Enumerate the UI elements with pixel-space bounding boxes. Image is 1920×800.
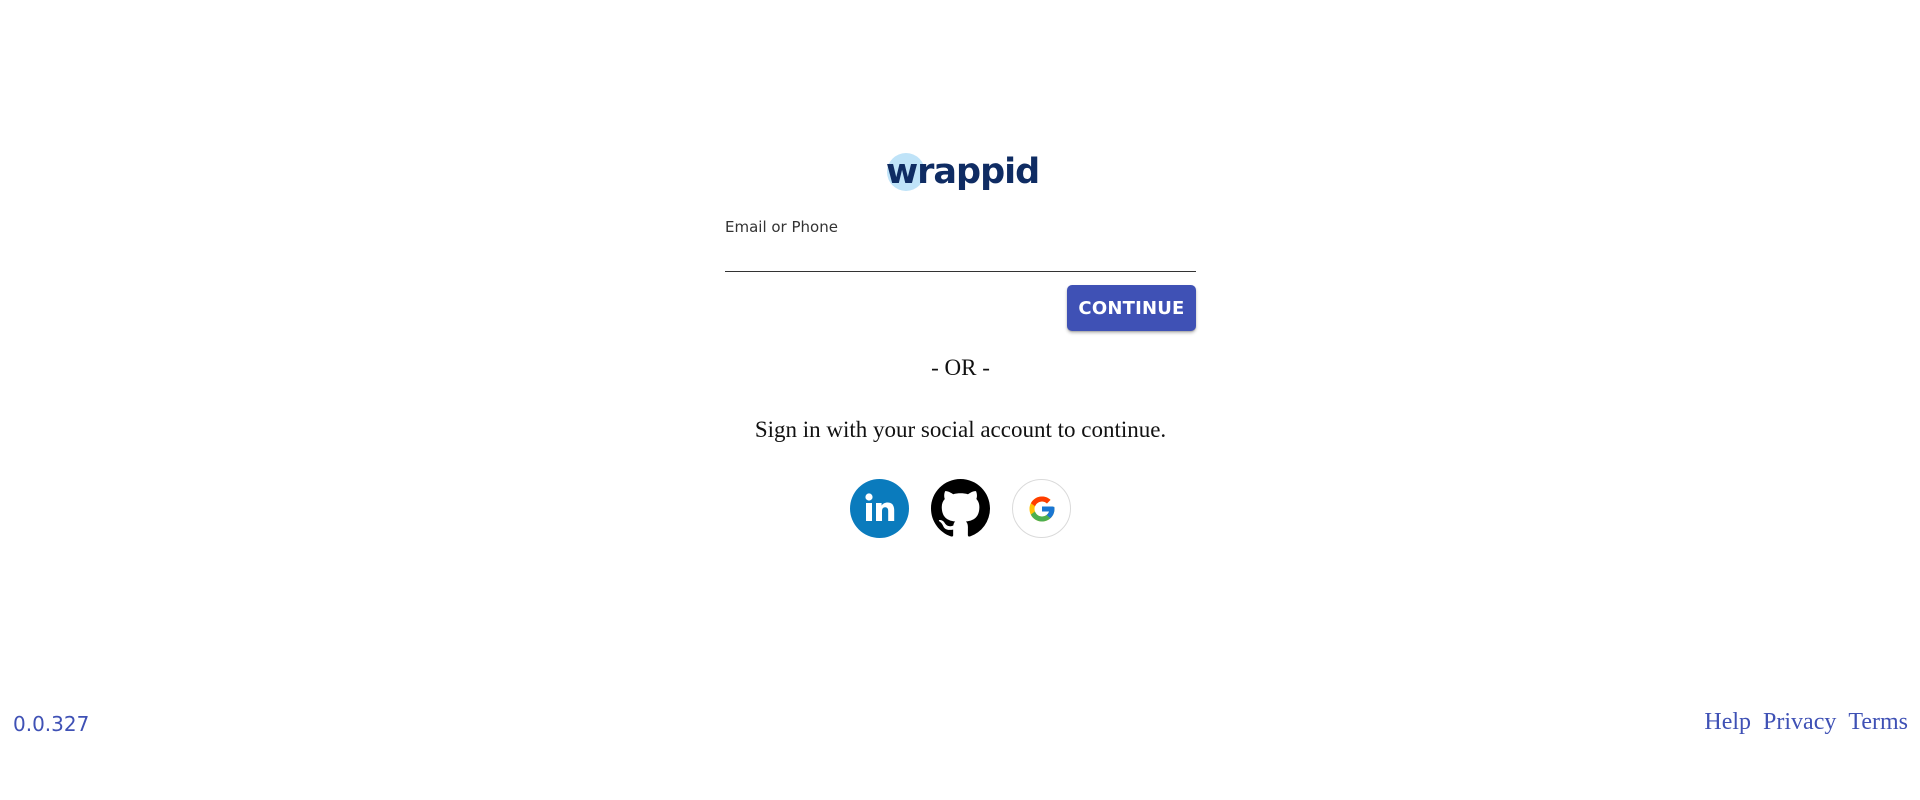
continue-button[interactable]: CONTINUE — [1067, 285, 1196, 331]
actions-row: CONTINUE — [725, 285, 1196, 331]
google-button[interactable] — [1012, 479, 1071, 538]
social-buttons — [725, 479, 1196, 538]
wrappid-logo: wrappid — [725, 150, 1196, 194]
terms-link[interactable]: Terms — [1848, 709, 1908, 736]
logo-text: wrappid — [885, 152, 1040, 192]
github-button[interactable] — [931, 479, 990, 538]
footer-links: Help Privacy Terms — [1704, 709, 1908, 736]
help-link[interactable]: Help — [1704, 709, 1751, 736]
or-divider: - OR - — [931, 355, 990, 380]
social-signin-text: Sign in with your social account to cont… — [754, 417, 1167, 442]
github-icon — [931, 479, 990, 537]
email-label: Email or Phone — [725, 218, 838, 236]
linkedin-button[interactable] — [850, 479, 909, 538]
app-version: 0.0.327 — [13, 712, 90, 736]
privacy-link[interactable]: Privacy — [1763, 709, 1836, 736]
linkedin-icon — [865, 493, 895, 521]
email-input[interactable] — [725, 238, 1196, 272]
login-card: wrappid Email or Phone CONTINUE - OR - S… — [725, 150, 1196, 538]
google-icon — [1029, 496, 1054, 521]
